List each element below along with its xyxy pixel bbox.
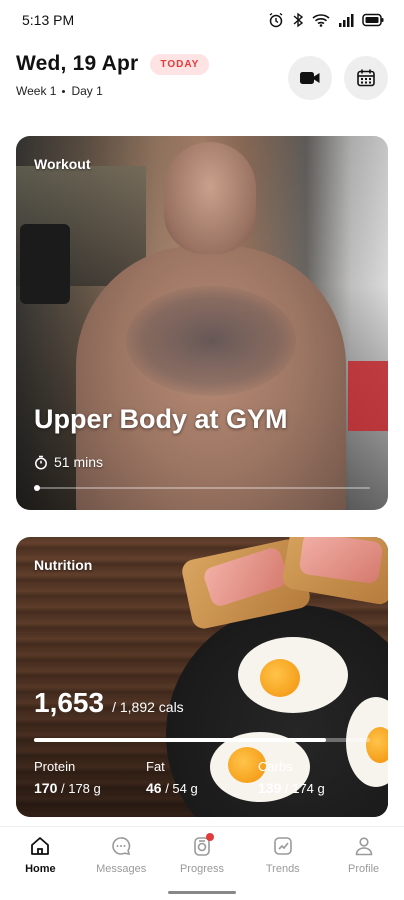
- nutrition-card[interactable]: Nutrition 1,653 / 1,892 cals Protein 170…: [16, 537, 388, 817]
- carousel-indicator: [34, 485, 40, 491]
- wifi-icon: [312, 14, 330, 27]
- battery-icon: [362, 13, 384, 27]
- calories-progress-bar: [34, 738, 370, 742]
- calendar-icon: [357, 69, 375, 87]
- nav-profile[interactable]: Profile: [328, 835, 400, 900]
- stopwatch-icon: [35, 455, 47, 469]
- nav-messages[interactable]: Messages: [85, 835, 157, 900]
- nav-trends[interactable]: Trends: [247, 835, 319, 900]
- calories-consumed: 1,653: [34, 687, 105, 718]
- workout-duration: 51 mins: [34, 454, 103, 470]
- notification-badge: [205, 833, 214, 841]
- duration-text: 51 mins: [54, 454, 104, 470]
- macro-goal: / 54 g: [165, 781, 198, 796]
- nav-label: Home: [25, 863, 56, 875]
- separator-dot: [62, 89, 66, 93]
- macro-value: 46: [146, 780, 162, 796]
- calories-goal: / 1,892 cals: [112, 699, 184, 715]
- macro-fat: Fat 46 / 54 g: [146, 759, 258, 796]
- calendar-button[interactable]: [344, 56, 388, 100]
- macro-name: Carbs: [258, 759, 293, 774]
- macro-goal: / 174 g: [284, 781, 325, 796]
- date-header: Wed, 19 Apr TODAY Week 1 Day 1: [16, 52, 388, 106]
- bluetooth-icon: [293, 12, 304, 28]
- gesture-bar: [168, 891, 236, 894]
- macros-row: Protein 170 / 178 g Fat 46 / 54 g Carbs …: [34, 759, 370, 796]
- day-label: Day 1: [71, 84, 103, 98]
- status-bar: 5:13 PM: [0, 0, 404, 40]
- macro-goal: / 178 g: [60, 781, 101, 796]
- workout-card[interactable]: Workout Upper Body at GYM 51 mins: [16, 136, 388, 510]
- current-date: Wed, 19 Apr: [16, 52, 139, 75]
- nutrition-label: Nutrition: [34, 557, 93, 573]
- status-time: 5:13 PM: [22, 12, 75, 28]
- nav-label: Trends: [265, 863, 300, 875]
- alarm-icon: [269, 12, 283, 28]
- macro-name: Protein: [34, 759, 76, 774]
- signal-icon: [339, 14, 354, 27]
- workout-label: Workout: [34, 156, 91, 172]
- nav-label: Profile: [347, 863, 380, 875]
- macro-name: Fat: [146, 759, 165, 774]
- nav-label: Progress: [179, 863, 224, 875]
- macro-value: 170: [34, 780, 58, 796]
- status-icons: [268, 12, 384, 28]
- person-icon: [355, 837, 372, 856]
- video-camera-icon: [300, 72, 320, 84]
- workout-title: Upper Body at GYM: [34, 404, 288, 434]
- week-label: Week 1: [16, 84, 57, 98]
- today-badge: TODAY: [150, 53, 210, 75]
- macro-value: 139: [258, 780, 282, 796]
- calories-summary: 1,653 / 1,892 cals: [34, 687, 184, 719]
- macro-protein: Protein 170 / 178 g: [34, 759, 146, 796]
- home-icon: [31, 837, 50, 855]
- carousel-track: [34, 487, 370, 489]
- macro-carbs: Carbs 139 / 174 g: [258, 759, 370, 796]
- trends-icon: [273, 837, 292, 855]
- calories-progress-fill: [34, 738, 327, 742]
- nav-label: Messages: [96, 863, 147, 875]
- video-call-button[interactable]: [288, 56, 332, 100]
- nav-home[interactable]: Home: [4, 835, 76, 900]
- bottom-nav: Home Messages Progress Trends Profile: [0, 826, 404, 900]
- chat-icon: [112, 837, 131, 856]
